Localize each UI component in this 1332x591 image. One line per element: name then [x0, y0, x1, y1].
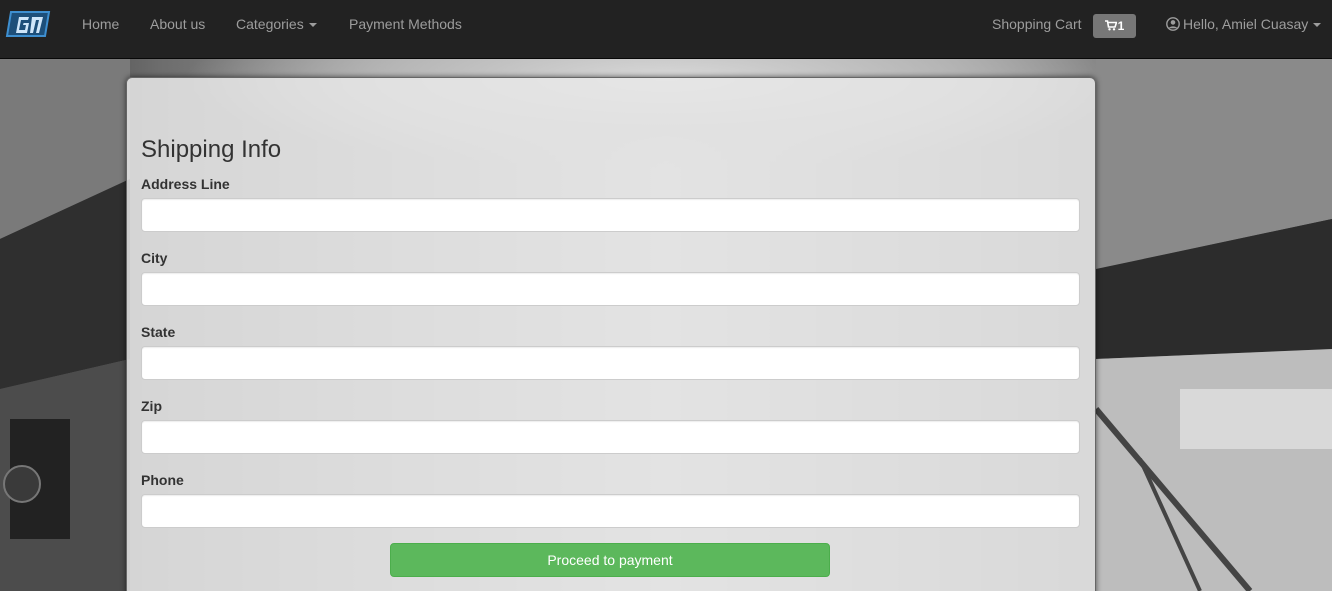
shopping-cart-label: Shopping Cart — [992, 16, 1082, 32]
zip-input[interactable] — [141, 420, 1080, 454]
nav-about-us[interactable]: About us — [150, 0, 205, 49]
shopping-cart-icon — [1104, 20, 1118, 31]
nav-home-label: Home — [82, 16, 120, 32]
nav-payment-methods-label: Payment Methods — [349, 16, 462, 32]
cart-count: 1 — [1117, 19, 1125, 33]
caret-down-icon — [308, 23, 317, 28]
nav-categories-dropdown[interactable]: Categories — [236, 0, 317, 49]
nav-about-us-label: About us — [150, 16, 206, 32]
store-logo-icon[interactable] — [5, 8, 53, 40]
state-label: State — [141, 324, 176, 340]
nav-categories-label: Categories — [236, 16, 304, 32]
phone-label: Phone — [141, 472, 184, 488]
shopping-cart-link[interactable]: Shopping Cart — [992, 0, 1082, 49]
top-navbar: Home About us Categories Payment Methods… — [0, 0, 1332, 59]
user-menu-dropdown[interactable]: Hello, Amiel Cuasay — [1166, 0, 1322, 49]
address-line-label: Address Line — [141, 176, 230, 192]
caret-down-icon — [1313, 23, 1322, 28]
nav-home[interactable]: Home — [82, 0, 119, 49]
proceed-to-payment-button[interactable]: Proceed to payment — [390, 543, 830, 577]
zip-label: Zip — [141, 398, 162, 414]
address-line-input[interactable] — [141, 198, 1080, 232]
phone-input[interactable] — [141, 494, 1080, 528]
city-input[interactable] — [141, 272, 1080, 306]
user-greeting: Hello, Amiel Cuasay — [1183, 16, 1309, 32]
state-input[interactable] — [141, 346, 1080, 380]
user-circle-icon — [1166, 16, 1180, 31]
cart-count-badge[interactable]: 1 — [1093, 14, 1136, 38]
city-label: City — [141, 250, 168, 266]
nav-payment-methods[interactable]: Payment Methods — [349, 0, 462, 49]
page-title: Shipping Info — [141, 136, 282, 163]
